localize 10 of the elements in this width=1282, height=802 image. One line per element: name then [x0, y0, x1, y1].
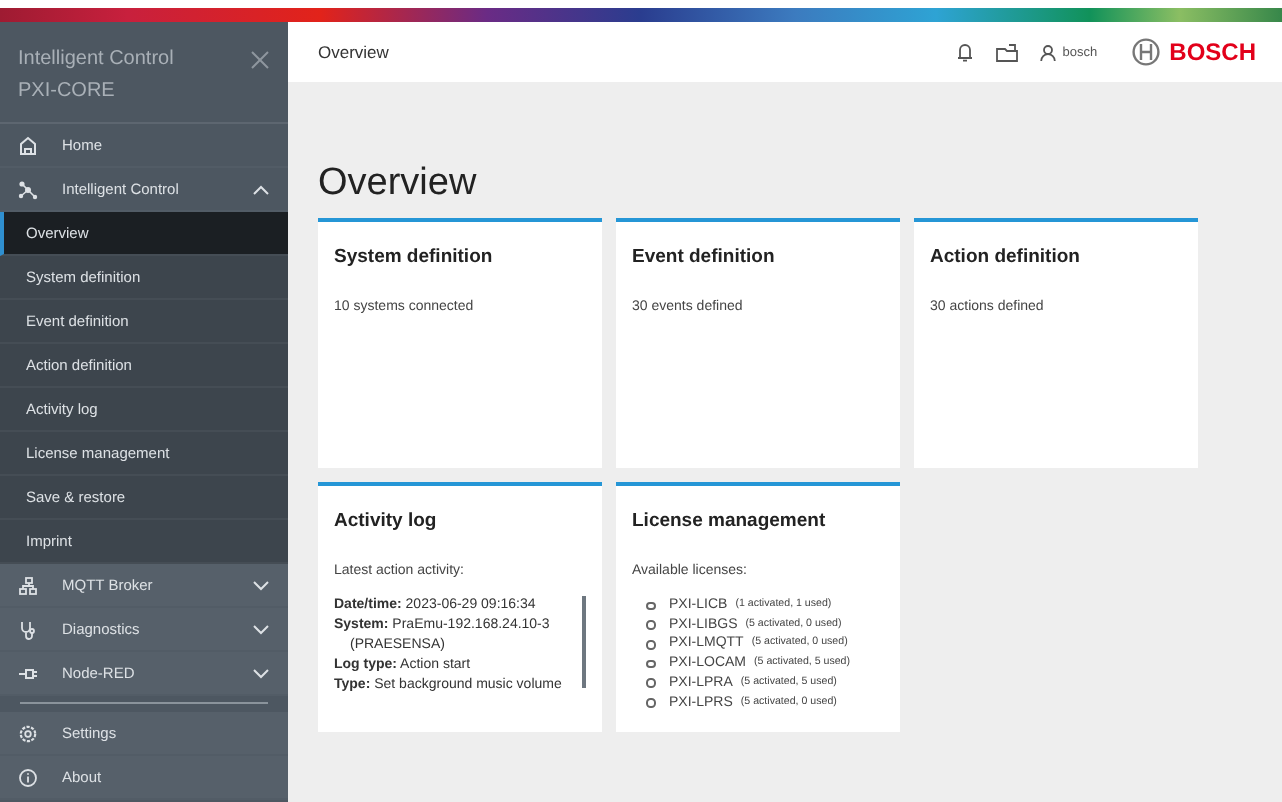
- card-title: Event definition: [632, 246, 777, 268]
- page-title: Overview: [318, 162, 479, 206]
- app-title: Intelligent Control: [18, 46, 174, 74]
- card-title: Action definition: [930, 246, 1082, 268]
- card-title: License management: [632, 510, 828, 532]
- device-name: PXI-CORE: [18, 78, 117, 106]
- card-title: Activity log: [334, 510, 439, 532]
- breadcrumb: Overview: [318, 42, 389, 62]
- card-title: System definition: [334, 246, 495, 268]
- brand-logo-text: BOSCH: [1169, 38, 1256, 66]
